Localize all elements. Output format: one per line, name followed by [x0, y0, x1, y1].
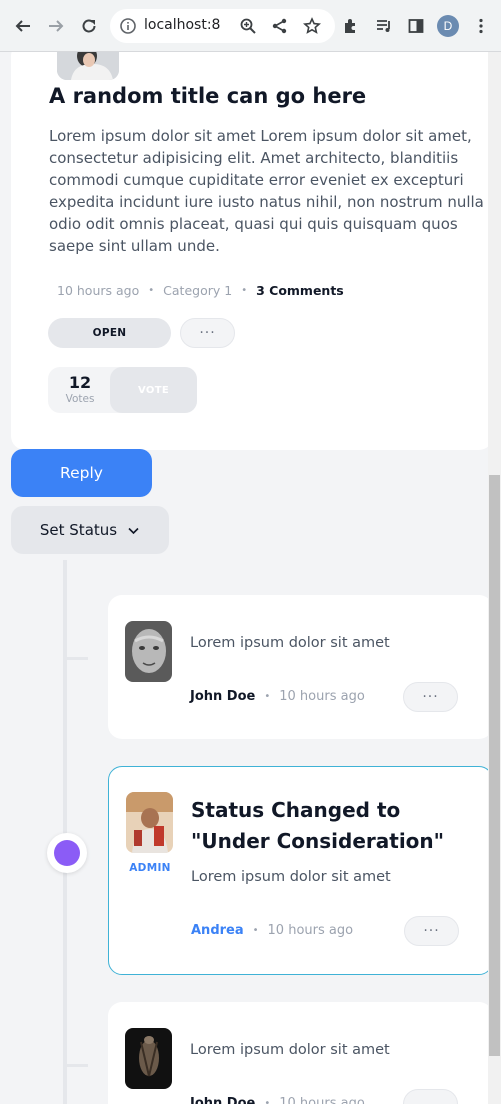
- vote-widget: 12 Votes VOTE: [48, 367, 197, 413]
- vote-button[interactable]: VOTE: [110, 367, 197, 413]
- share-icon[interactable]: [271, 17, 289, 35]
- zoom-icon[interactable]: [239, 17, 257, 35]
- status-badge[interactable]: OPEN: [48, 318, 171, 348]
- browser-toolbar: localhost:8 D: [0, 0, 501, 52]
- scrollbar-thumb[interactable]: [489, 475, 500, 1056]
- comment-text: Lorem ipsum dolor sit amet: [191, 869, 391, 885]
- comment-text: Lorem ipsum dolor sit amet: [190, 635, 390, 651]
- comment-time: 10 hours ago: [279, 689, 365, 704]
- post-card: A random title can go here Lorem ipsum d…: [11, 52, 493, 450]
- post-meta: 10 hours ago • Category 1 • 3 Comments: [57, 283, 344, 298]
- sidepanel-icon[interactable]: [403, 13, 429, 39]
- comment-more-button[interactable]: [403, 1089, 458, 1104]
- status-change-card: ADMIN Status Changed to "Under Considera…: [108, 766, 493, 975]
- media-icon[interactable]: [371, 13, 397, 39]
- status-change-marker: [47, 833, 87, 873]
- post-body: Lorem ipsum dolor sit amet Lorem ipsum d…: [49, 127, 484, 255]
- comment-author-avatar: [125, 1028, 172, 1089]
- post-author-avatar: [57, 52, 119, 80]
- separator-dot: •: [252, 925, 259, 936]
- comment-card: Lorem ipsum dolor sit amet John Doe • 10…: [108, 595, 493, 739]
- forward-icon[interactable]: [43, 13, 69, 39]
- address-bar[interactable]: localhost:8: [110, 9, 335, 43]
- vote-label: Votes: [65, 393, 95, 405]
- post-comments-count[interactable]: 3 Comments: [256, 283, 344, 298]
- post-more-button[interactable]: ···: [180, 318, 235, 348]
- admin-avatar: [126, 792, 173, 853]
- reload-icon[interactable]: [76, 13, 102, 39]
- comment-time: 10 hours ago: [267, 923, 354, 938]
- reply-button[interactable]: Reply: [11, 449, 152, 497]
- profile-avatar[interactable]: D: [437, 15, 459, 37]
- url-text[interactable]: localhost:8: [144, 17, 236, 33]
- comment-author[interactable]: Andrea: [191, 923, 244, 938]
- set-status-button[interactable]: Set Status: [11, 506, 169, 554]
- comment-more-button[interactable]: ···: [404, 916, 459, 946]
- separator-dot: •: [148, 285, 155, 296]
- status-color-dot: [54, 840, 80, 866]
- comment-time: 10 hours ago: [279, 1096, 365, 1104]
- post-category[interactable]: Category 1: [163, 283, 232, 298]
- timeline-branch: [63, 657, 88, 660]
- profile-initial: D: [443, 19, 453, 33]
- page-viewport: A random title can go here Lorem ipsum d…: [0, 52, 501, 1104]
- comment-author[interactable]: John Doe: [190, 1096, 255, 1104]
- timeline-line: [63, 560, 67, 1104]
- extensions-icon[interactable]: [338, 13, 364, 39]
- admin-role-label: ADMIN: [129, 862, 171, 874]
- chevron-down-icon: [128, 527, 139, 534]
- comment-meta: John Doe • 10 hours ago: [190, 1096, 365, 1104]
- vote-count: 12: [68, 373, 92, 392]
- separator-dot: •: [264, 691, 271, 702]
- comment-author[interactable]: John Doe: [190, 689, 255, 704]
- comment-more-button[interactable]: ···: [403, 682, 458, 712]
- comment-card: Lorem ipsum dolor sit amet John Doe • 10…: [108, 1002, 493, 1104]
- comment-meta: John Doe • 10 hours ago: [190, 689, 365, 704]
- menu-icon[interactable]: [468, 13, 494, 39]
- separator-dot: •: [241, 285, 248, 296]
- timeline-branch: [63, 1064, 88, 1067]
- comment-text: Lorem ipsum dolor sit amet: [190, 1042, 390, 1058]
- comment-meta: Andrea • 10 hours ago: [191, 923, 353, 938]
- info-icon[interactable]: [119, 17, 137, 35]
- star-icon[interactable]: [303, 17, 321, 35]
- post-time: 10 hours ago: [57, 283, 140, 298]
- status-title: Status Changed to "Under Consideration": [191, 798, 445, 853]
- set-status-label: Set Status: [39, 521, 118, 539]
- back-icon[interactable]: [10, 13, 36, 39]
- post-title: A random title can go here: [49, 84, 367, 108]
- separator-dot: •: [264, 1098, 271, 1104]
- comment-author-avatar: [125, 621, 172, 682]
